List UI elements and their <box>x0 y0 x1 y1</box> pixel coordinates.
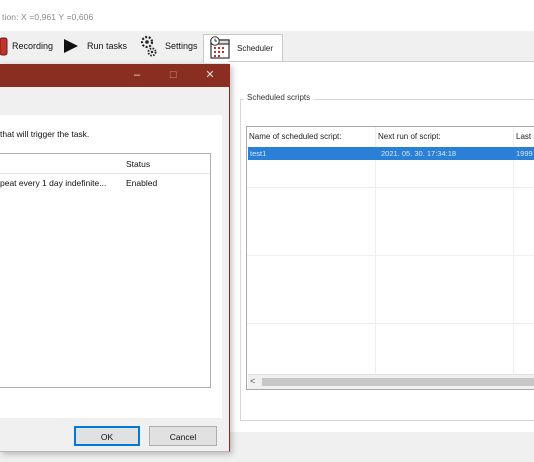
column-header-last-run[interactable]: Last r <box>516 132 534 141</box>
row-gridline <box>247 255 534 256</box>
dialog-title-bar[interactable]: – ☐ ✕ <box>0 64 229 87</box>
gears-icon <box>140 35 157 57</box>
cell-script-name: test1 <box>250 149 267 158</box>
coordinates-readout: tion: X =0,961 Y =0,606 <box>2 12 94 22</box>
cell-last-run: 1999 <box>516 149 533 158</box>
maximize-button[interactable]: ☐ <box>156 64 190 87</box>
list-header: Name of scheduled script: Next run of sc… <box>247 127 534 148</box>
settings-button[interactable]: Settings <box>139 31 198 61</box>
cancel-button[interactable]: Cancel <box>149 426 217 446</box>
header-divider <box>0 173 210 174</box>
trigger-status[interactable]: Enabled <box>126 178 157 188</box>
row-gridline <box>247 323 534 324</box>
scroll-thumb[interactable] <box>262 378 534 386</box>
settings-label: Settings <box>165 41 198 51</box>
tab-scheduler[interactable]: Scheduler <box>203 34 283 63</box>
column-divider <box>513 127 514 375</box>
close-button[interactable]: ✕ <box>193 64 227 87</box>
column-header-status[interactable]: Status <box>126 159 150 169</box>
triggers-list[interactable]: Status peat every 1 day indefinite... En… <box>0 153 211 388</box>
status-bar: tion: X =0,961 Y =0,606 <box>0 0 534 32</box>
recording-button[interactable]: Recording <box>0 31 53 61</box>
table-row[interactable]: test1 2021. 05. 30. 17:34:18 1999 <box>248 147 534 160</box>
group-label: Scheduled scripts <box>244 93 314 102</box>
scheduler-tab-label: Scheduler <box>237 44 274 53</box>
ok-button[interactable]: OK <box>74 426 140 446</box>
run-tasks-label: Run tasks <box>87 41 128 51</box>
trigger-details[interactable]: peat every 1 day indefinite... <box>0 178 106 188</box>
column-header-name[interactable]: Name of scheduled script: <box>249 132 342 141</box>
recording-icon <box>0 37 8 56</box>
minimize-button[interactable]: – <box>120 64 154 87</box>
play-icon <box>64 39 78 53</box>
dialog-instruction: that will trigger the task. <box>0 129 90 139</box>
trigger-dialog: – ☐ ✕ that will trigger the task. Status… <box>0 64 230 452</box>
scheduled-scripts-list[interactable]: Name of scheduled script: Next run of sc… <box>246 126 534 390</box>
cell-next-run: 2021. 05. 30. 17:34:18 <box>381 149 457 158</box>
calendar-clock-icon <box>210 36 230 59</box>
column-divider <box>375 127 376 375</box>
row-gridline <box>247 187 534 188</box>
run-tasks-button[interactable]: Run tasks <box>62 31 127 61</box>
column-header-next-run[interactable]: Next run of script: <box>378 132 441 141</box>
scroll-left-icon[interactable]: < <box>250 376 255 386</box>
horizontal-scrollbar[interactable]: < <box>248 374 534 389</box>
recording-label: Recording <box>12 41 54 51</box>
